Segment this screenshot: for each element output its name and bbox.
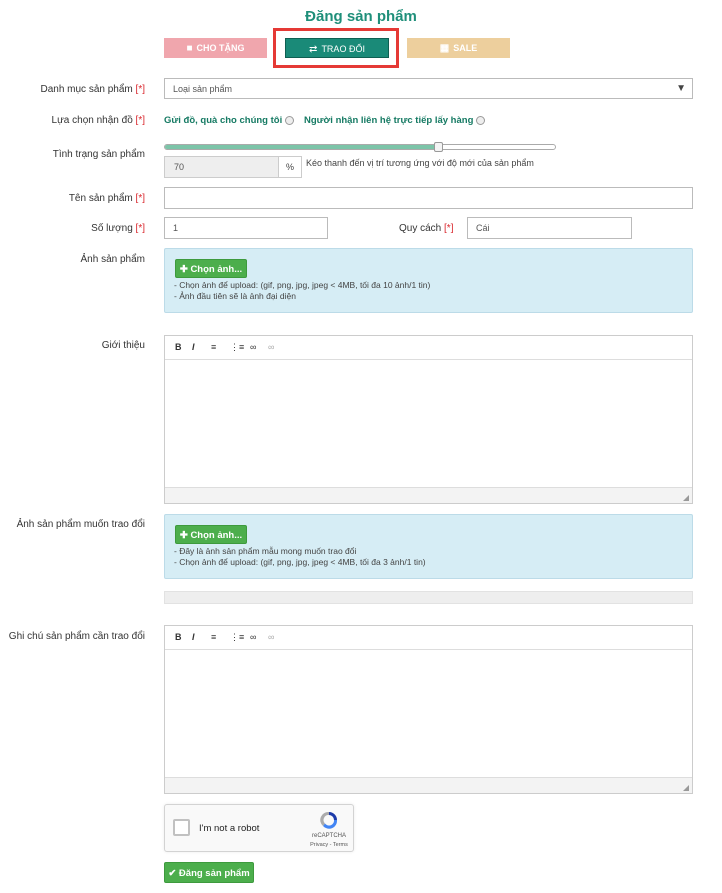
exchange-note-statusbar (165, 777, 692, 793)
recaptcha-links[interactable]: Privacy - Terms (300, 842, 358, 848)
intro-statusbar (165, 487, 692, 503)
basket-icon: ▦ (439, 42, 450, 54)
resize-handle-icon[interactable] (683, 785, 689, 791)
gift-icon: ■ (186, 42, 193, 54)
images-hint-1: - Chọn ảnh để upload: (gif, png, jpg, jp… (174, 280, 431, 290)
recaptcha-checkbox[interactable] (173, 819, 190, 836)
bold-button[interactable]: B (175, 342, 182, 352)
quantity-label: Số lượng [*] (91, 223, 145, 234)
exchange-note-toolbar: B I ≡ ⋮≡ ∞ ∞ (165, 626, 692, 650)
unlink-icon[interactable]: ∞ (268, 342, 274, 352)
receive-option-1[interactable]: Gửi đồ, quà cho chúng tôi (164, 115, 295, 126)
condition-unit: % (279, 156, 302, 178)
mode-label-give: CHO TẶNG (196, 43, 245, 53)
mode-button-give[interactable]: ■ CHO TẶNG (164, 38, 267, 58)
recaptcha-widget: I'm not a robot reCAPTCHA Privacy - Term… (164, 804, 354, 852)
page-title: Đăng sản phẩm (305, 8, 417, 25)
exchange-images-hint-2: - Chọn ảnh để upload: (gif, png, jpg, jp… (174, 557, 426, 567)
condition-slider[interactable] (164, 144, 556, 150)
images-choose-button[interactable]: ✚ Chọn ảnh... (175, 259, 247, 278)
recaptcha-logo-icon (319, 811, 339, 829)
exchange-images-choose-button[interactable]: ✚ Chọn ảnh... (175, 525, 247, 544)
quantity-input[interactable]: 1 (164, 217, 328, 239)
link-icon[interactable]: ∞ (250, 342, 256, 352)
intro-toolbar: B I ≡ ⋮≡ ∞ ∞ (165, 336, 692, 360)
submit-button[interactable]: ✔ Đăng sản phẩm (164, 862, 254, 883)
italic-button[interactable]: I (192, 342, 195, 352)
radio-icon[interactable] (476, 115, 486, 125)
numbered-list-icon[interactable]: ≡ (211, 632, 216, 642)
name-input[interactable] (164, 187, 693, 209)
images-hint-2: - Ảnh đầu tiên sẽ là ảnh đại diện (174, 291, 296, 301)
italic-button[interactable]: I (192, 632, 195, 642)
bullet-list-icon[interactable]: ⋮≡ (230, 342, 244, 353)
mode-button-sale[interactable]: ▦ SALE (407, 38, 510, 58)
bold-button[interactable]: B (175, 632, 182, 642)
recaptcha-brand: reCAPTCHA (311, 833, 346, 839)
receive-label: Lựa chọn nhận đồ [*] (51, 115, 145, 126)
plus-icon: ✚ (179, 264, 188, 275)
recaptcha-label: I'm not a robot (199, 823, 260, 834)
exchange-images-label: Ảnh sản phẩm muốn trao đổi (16, 519, 145, 530)
category-label: Danh mục sản phẩm [*] (40, 84, 145, 95)
plus-icon: ✚ (179, 530, 188, 541)
mode-label-sale: SALE (453, 43, 478, 53)
category-select[interactable]: Loại sản phẩm ▼ (164, 78, 693, 99)
intro-editor[interactable]: B I ≡ ⋮≡ ∞ ∞ (164, 335, 693, 504)
dropdown-arrow-icon: ▼ (676, 83, 686, 94)
images-label: Ảnh sản phẩm (80, 254, 146, 265)
intro-label: Giới thiệu (101, 340, 145, 351)
numbered-list-icon[interactable]: ≡ (211, 342, 216, 352)
category-select-value: Loại sản phẩm (173, 84, 233, 94)
spec-input[interactable]: Cái (467, 217, 632, 239)
exchange-images-hint-1: - Đây là ảnh sản phẩm mẫu mong muốn trao… (174, 546, 357, 556)
receive-option-2[interactable]: Người nhận liên hệ trực tiếp lấy hàng (304, 115, 486, 126)
condition-hint: Kéo thanh đến vị trí tương ứng với độ mớ… (306, 158, 534, 168)
images-upload-area: ✚ Chọn ảnh... - Chọn ảnh để upload: (gif… (164, 248, 693, 313)
bullet-list-icon[interactable]: ⋮≡ (230, 632, 244, 643)
condition-label: Tình trạng sản phẩm (52, 149, 145, 160)
name-label: Tên sản phẩm [*] (68, 193, 145, 204)
check-icon: ✔ (168, 868, 177, 879)
unlink-icon[interactable]: ∞ (268, 632, 274, 642)
exchange-note-label: Ghi chú sản phẩm cần trao đổi (8, 631, 145, 642)
radio-icon[interactable] (285, 115, 295, 125)
exchange-images-preview-bar (164, 591, 693, 604)
mode-label-exchange: TRAO ĐỔI (321, 44, 365, 54)
exchange-note-editor[interactable]: B I ≡ ⋮≡ ∞ ∞ (164, 625, 693, 794)
condition-slider-handle[interactable] (434, 142, 444, 152)
mode-button-exchange[interactable]: ⇄ TRAO ĐỔI (285, 38, 389, 58)
exchange-images-upload-area: ✚ Chọn ảnh... - Đây là ảnh sản phẩm mẫu … (164, 514, 693, 579)
resize-handle-icon[interactable] (683, 495, 689, 501)
condition-value-field: 70 (164, 156, 279, 178)
condition-slider-fill (165, 145, 438, 149)
exchange-icon: ⇄ (309, 43, 318, 55)
spec-label: Quy cách [*] (399, 223, 454, 234)
link-icon[interactable]: ∞ (250, 632, 256, 642)
